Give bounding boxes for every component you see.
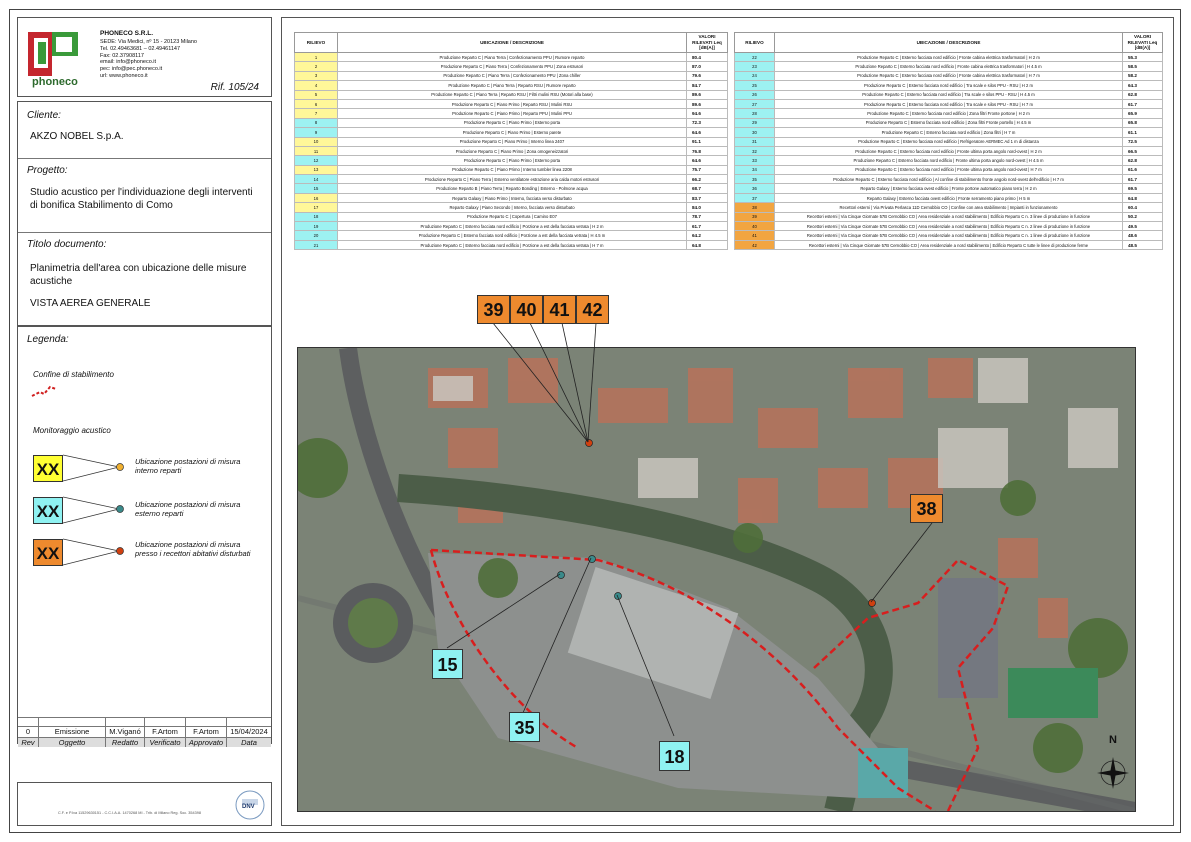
- rev-checked: F.Artom: [144, 726, 186, 737]
- legend-text-internal: Ubicazione postazioni di misura interno …: [135, 457, 241, 475]
- boundary-line-icon: [31, 385, 57, 397]
- doc-view-value: VISTA AEREA GENERALE: [30, 298, 151, 309]
- legend-text-external: Ubicazione postazioni di misura esterno …: [135, 500, 241, 518]
- project-label: Progetto:: [27, 165, 68, 176]
- logo-text: phoneco: [32, 76, 78, 88]
- footer-legal: C.F. e P.Iva 11529630151 - C.C.I.A.A. 14…: [58, 811, 201, 815]
- client-label: Cliente:: [27, 110, 61, 121]
- receptor-tag-38: 38: [910, 494, 943, 523]
- receptor-tag-39: 39: [477, 295, 510, 324]
- info-block: Cliente: AKZO NOBEL S.p.A. Progetto: Stu…: [17, 101, 272, 326]
- legend-block: Legenda: Confine di stabilimento Monitor…: [17, 326, 272, 747]
- reference-number: Rif. 105/24: [210, 82, 259, 93]
- point-tag-15: 15: [432, 649, 463, 679]
- legend-pointer-internal: [63, 454, 124, 482]
- footer-block: C.F. e P.Iva 11529630151 - C.C.I.A.A. 14…: [17, 782, 272, 826]
- company-details: SEDE: Via Medici, nº 15 - 20123 Milano Te…: [100, 39, 197, 79]
- legend-text-receptor: Ubicazione postazioni di misura presso i…: [135, 540, 251, 558]
- company-name: PHONECO S.R.L.: [100, 30, 154, 37]
- revision-table: 0 Emissione M.Viganó F.Artom F.Artom 15/…: [18, 717, 271, 747]
- receptor-tag-40: 40: [510, 295, 543, 324]
- rev-object: Emissione: [38, 726, 106, 737]
- rev-number: 0: [18, 726, 39, 737]
- project-value: Studio acustico per l'individuazione deg…: [30, 187, 253, 211]
- monitoring-label: Monitoraggio acustico: [33, 426, 111, 435]
- rev-approved: F.Artom: [185, 726, 227, 737]
- legend-pointer-external: [63, 496, 124, 524]
- leader-lines: [446, 322, 933, 737]
- receptor-tag-42: 42: [576, 295, 609, 324]
- doc-title-value: Planimetria dell'area con ubicazione del…: [30, 263, 247, 287]
- legend-tag-internal: XX: [33, 455, 63, 482]
- boundary-label: Confine di stabilimento: [33, 370, 114, 379]
- legend-tag-receptor: XX: [33, 539, 63, 566]
- client-value: AKZO NOBEL S.p.A.: [30, 131, 124, 142]
- title-block-header: phoneco PHONECO S.R.L. SEDE: Via Medici,…: [17, 17, 272, 97]
- point-tag-18: 18: [659, 741, 690, 771]
- receptor-tag-41: 41: [543, 295, 576, 324]
- point-tag-35: 35: [509, 712, 540, 742]
- rev-date: 15/04/2024: [230, 727, 268, 736]
- dnv-cert-label: DNV: [242, 804, 255, 810]
- main-panel: RILIEVO UBICAZIONE / DESCRIZIONE VALORI …: [281, 17, 1174, 826]
- legend-pointer-receptor: [63, 538, 124, 566]
- doc-title-label: Titolo documento:: [27, 239, 107, 250]
- rev-drawn: M.Viganó: [105, 726, 145, 737]
- legend-tag-external: XX: [33, 497, 63, 524]
- legend-label: Legenda:: [27, 334, 69, 345]
